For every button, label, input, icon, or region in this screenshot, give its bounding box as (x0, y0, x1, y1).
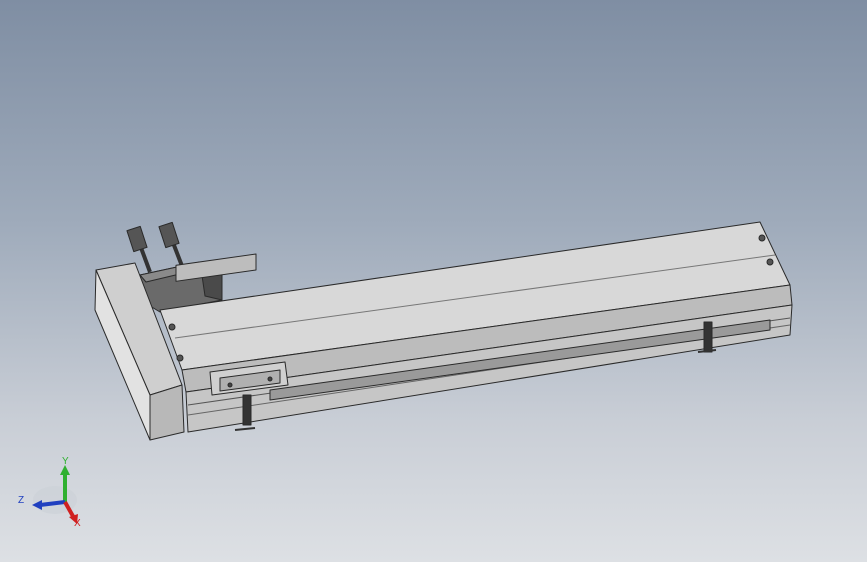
coordinate-triad: Y Z X (18, 456, 81, 529)
x-axis-label: X (74, 518, 81, 529)
cad-viewport[interactable]: Y Z X (0, 0, 867, 562)
y-axis-label: Y (62, 456, 69, 467)
z-axis-label: Z (18, 495, 24, 506)
